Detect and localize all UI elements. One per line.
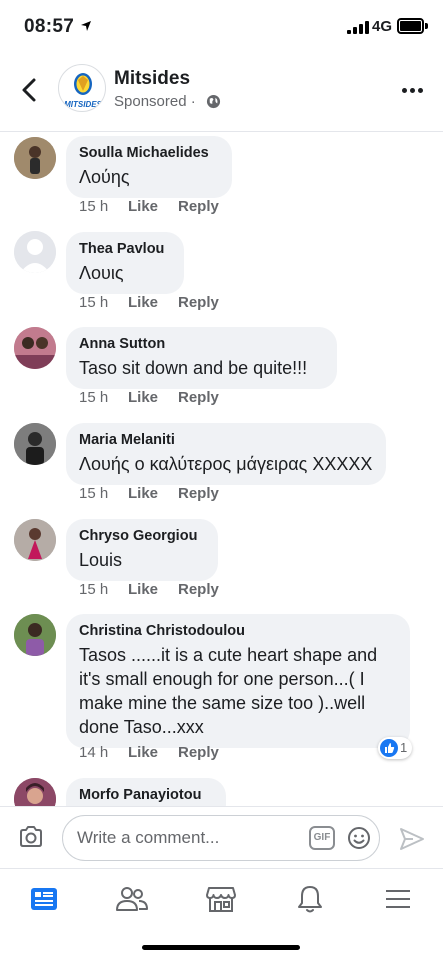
camera-icon[interactable] [18, 825, 44, 849]
comment-time: 15 h [79, 294, 109, 311]
battery-tip [425, 23, 428, 29]
emoji-icon[interactable] [347, 826, 371, 850]
avatar[interactable] [14, 519, 56, 561]
back-icon[interactable] [18, 76, 42, 104]
comment-author[interactable]: Anna Sutton [79, 335, 324, 354]
comment-composer: GIF [0, 806, 443, 868]
comment-text: Λουις [79, 263, 124, 283]
comment-author[interactable]: Thea Pavlou [79, 240, 171, 259]
like-button[interactable]: Like [128, 294, 158, 311]
battery-icon [397, 18, 424, 34]
news-feed-icon[interactable] [24, 879, 64, 919]
reply-button[interactable]: Reply [178, 485, 219, 502]
page-logo[interactable]: MITSIDES [58, 64, 106, 112]
comments-list: Soulla Michaelides Λούης 15 h Like Reply… [0, 132, 443, 806]
menu-icon[interactable] [378, 879, 418, 919]
bottom-navigation [0, 868, 443, 960]
avatar[interactable] [14, 423, 56, 465]
globe-icon [206, 94, 221, 109]
signal-icon [347, 21, 369, 34]
like-button[interactable]: Like [128, 198, 158, 215]
marketplace-icon[interactable] [201, 879, 241, 919]
comment-text: Taso sit down and be quite!!! [79, 358, 308, 378]
reply-button[interactable]: Reply [178, 744, 219, 761]
comment-author[interactable]: Christina Christodoulou [79, 622, 397, 641]
comment-time: 15 h [79, 485, 109, 502]
comment-bubble[interactable]: Morfo Panayiotou [66, 778, 226, 806]
comment-author[interactable]: Chryso Georgiou [79, 527, 205, 546]
comment-author[interactable]: Soulla Michaelides [79, 144, 219, 163]
comment-time: 15 h [79, 389, 109, 406]
comment-author[interactable]: Morfo Panayiotou [79, 786, 213, 805]
like-button[interactable]: Like [128, 744, 158, 761]
reply-button[interactable]: Reply [178, 389, 219, 406]
avatar[interactable] [14, 137, 56, 179]
notifications-icon[interactable] [290, 879, 330, 919]
avatar[interactable] [14, 614, 56, 656]
comment-bubble[interactable]: Chryso Georgiou Louis [66, 519, 218, 581]
mitsides-logo-icon: MITSIDES [64, 73, 103, 109]
home-indicator[interactable] [142, 945, 300, 950]
comment-bubble[interactable]: Christina Christodoulou Tasos ......it i… [66, 614, 410, 748]
reply-button[interactable]: Reply [178, 581, 219, 598]
comment-bubble[interactable]: Thea Pavlou Λουις [66, 232, 184, 294]
like-button[interactable]: Like [128, 485, 158, 502]
friends-icon[interactable] [112, 879, 152, 919]
reaction-count-badge[interactable]: 1 [378, 737, 412, 759]
avatar[interactable] [14, 327, 56, 369]
reply-button[interactable]: Reply [178, 198, 219, 215]
avatar[interactable] [14, 231, 56, 273]
comment-text: Tasos ......it is a cute heart shape and… [79, 645, 378, 737]
comment-time: 15 h [79, 581, 109, 598]
gif-icon[interactable]: GIF [309, 826, 335, 850]
comment-text: Λουής ο καλύτερος μάγειρας ΧΧΧΧΧ [79, 454, 373, 474]
send-icon[interactable] [399, 827, 425, 851]
status-time: 08:57 [24, 16, 75, 37]
like-reaction-icon [380, 739, 398, 757]
network-label: 4G [372, 18, 393, 35]
comment-bubble[interactable]: Maria Melaniti Λουής ο καλύτερος μάγειρα… [66, 423, 386, 485]
like-button[interactable]: Like [128, 581, 158, 598]
comment-author[interactable]: Maria Melaniti [79, 431, 373, 450]
sponsored-label: Sponsored · [114, 93, 196, 110]
logo-text: MITSIDES [64, 100, 102, 109]
comment-time: 14 h [79, 744, 109, 761]
more-options-icon[interactable] [402, 86, 426, 96]
reply-button[interactable]: Reply [178, 294, 219, 311]
location-arrow-icon [81, 21, 91, 31]
avatar[interactable] [14, 778, 56, 806]
comment-text: Louis [79, 550, 123, 570]
comment-text: Λούης [79, 167, 130, 187]
comment-time: 15 h [79, 198, 109, 215]
post-header: MITSIDES Mitsides Sponsored · [0, 56, 443, 132]
comment-bubble[interactable]: Anna Sutton Taso sit down and be quite!!… [66, 327, 337, 389]
page-name[interactable]: Mitsides [114, 68, 190, 90]
status-bar: 08:57 4G [0, 0, 443, 56]
reaction-count: 1 [400, 740, 408, 755]
comment-bubble[interactable]: Soulla Michaelides Λούης [66, 136, 232, 198]
like-button[interactable]: Like [128, 389, 158, 406]
